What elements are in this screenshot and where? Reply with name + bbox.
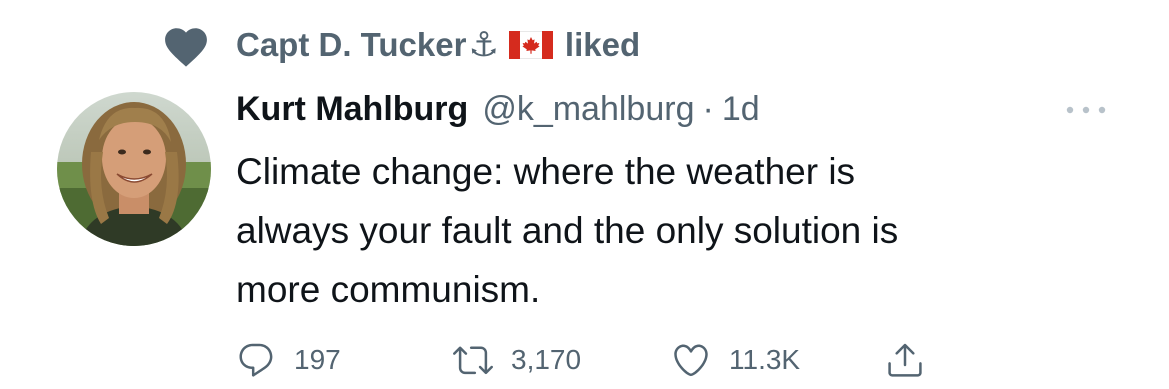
- share-button[interactable]: [885, 340, 925, 380]
- author-handle[interactable]: @k_mahlburg: [482, 90, 694, 129]
- retweet-icon: [453, 346, 493, 375]
- tweet-header: Kurt Mahlburg @k_mahlburg · 1d: [236, 90, 760, 136]
- retweet-button[interactable]: 3,170: [453, 340, 671, 380]
- author-display-name[interactable]: Kurt Mahlburg: [236, 90, 468, 129]
- tweet-timestamp[interactable]: 1d: [722, 90, 760, 129]
- share-icon: [888, 343, 922, 377]
- liked-by-user-name[interactable]: Capt D. Tucker: [236, 26, 466, 64]
- separator-dot: ·: [702, 90, 714, 128]
- heart-outline-icon: [674, 344, 708, 377]
- canada-flag-icon: [508, 31, 553, 59]
- tweet-text: Climate change: where the weather is alw…: [236, 151, 899, 310]
- avatar[interactable]: [57, 92, 211, 246]
- like-button[interactable]: 11.3K: [671, 340, 885, 380]
- reply-button[interactable]: 197: [236, 340, 453, 380]
- social-context: Capt D. Tucker ⚓ liked: [160, 20, 640, 70]
- anchor-icon: ⚓: [468, 26, 499, 64]
- more-icon: [1066, 106, 1106, 114]
- liked-label: liked: [564, 26, 641, 63]
- heart-icon: [160, 22, 212, 68]
- more-options-button[interactable]: [1064, 98, 1108, 122]
- retweet-count: 3,170: [511, 344, 582, 375]
- reply-icon: [239, 343, 273, 377]
- tweet-actions: 197 3,170 11.3K: [236, 336, 925, 384]
- reply-count: 197: [294, 344, 341, 375]
- like-count: 11.3K: [729, 344, 801, 375]
